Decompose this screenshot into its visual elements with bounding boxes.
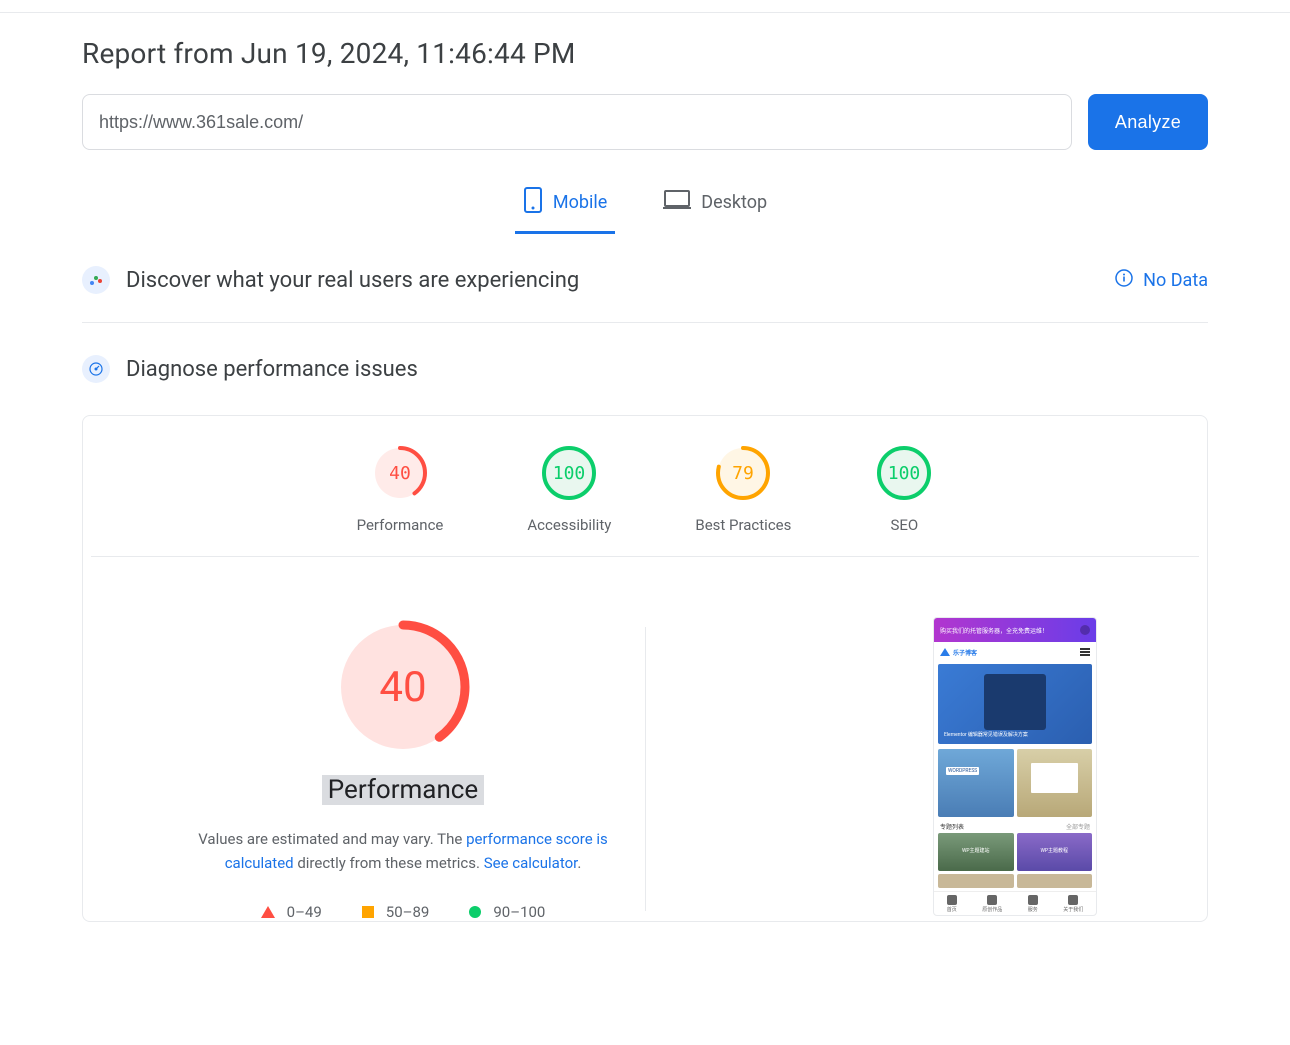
- diagnose-icon: [82, 355, 110, 383]
- gauge-best-practices[interactable]: 79 Best Practices: [695, 444, 791, 534]
- performance-big-label: Performance: [322, 775, 484, 805]
- thumb-banner-text: 购买我们的托管服务器，全充免费运维！: [940, 626, 1048, 635]
- thumb-hero-image: Elementor 编辑器常见错误及解决方案: [938, 664, 1092, 744]
- gauge-accessibility[interactable]: 100 Accessibility: [527, 444, 611, 534]
- info-icon[interactable]: [1115, 269, 1133, 292]
- screenshot-thumbnail[interactable]: 购买我们的托管服务器，全充免费运维！ 乐子博客 Elementor 编辑器常见错…: [933, 617, 1097, 916]
- crux-section: Discover what your real users are experi…: [82, 234, 1208, 323]
- legend-good: 90–100: [469, 903, 545, 921]
- vertical-separator: [645, 627, 646, 911]
- thumb-bottom-nav: 首页 原创作品 服务 关于我们: [934, 891, 1096, 915]
- performance-left: 40 Performance Values are estimated and …: [123, 617, 683, 921]
- gauge-accessibility-score: 100: [553, 463, 586, 484]
- diagnose-title: Diagnose performance issues: [126, 357, 1208, 382]
- gauge-performance-label: Performance: [357, 516, 444, 534]
- gauge-seo[interactable]: 100 SEO: [875, 444, 933, 534]
- thumb-topics-label: 专题列表: [940, 822, 964, 831]
- url-row: Analyze: [82, 94, 1208, 150]
- thumb-topic-b: WP主题教程: [1017, 833, 1093, 871]
- gauge-best-practices-label: Best Practices: [695, 516, 791, 534]
- tab-mobile[interactable]: Mobile: [515, 186, 615, 234]
- performance-detail: 40 Performance Values are estimated and …: [83, 557, 1207, 921]
- circle-icon: [469, 906, 481, 918]
- thumb-all-topics-label: 全部专题: [1066, 822, 1090, 831]
- thumb-logo: 乐子博客: [940, 648, 977, 657]
- performance-big-gauge: 40: [333, 617, 473, 757]
- device-tabs: Mobile Desktop: [82, 186, 1208, 234]
- report-title: Report from Jun 19, 2024, 11:46:44 PM: [82, 13, 1208, 94]
- see-calculator-link[interactable]: See calculator: [484, 854, 578, 872]
- thumb-card-wordpress: [938, 749, 1014, 817]
- tab-mobile-label: Mobile: [553, 192, 607, 213]
- analyze-button[interactable]: Analyze: [1088, 94, 1208, 150]
- gauge-seo-score: 100: [888, 463, 921, 484]
- triangle-icon: [261, 906, 275, 918]
- tab-desktop-label: Desktop: [701, 192, 767, 213]
- no-data-block: No Data: [1115, 269, 1208, 292]
- performance-big-score: 40: [379, 663, 426, 712]
- gauge-performance[interactable]: 40 Performance: [357, 444, 444, 534]
- gauge-seo-label: SEO: [891, 516, 919, 534]
- crux-icon: [82, 266, 110, 294]
- tab-desktop[interactable]: Desktop: [655, 186, 775, 234]
- desktop-icon: [663, 189, 691, 216]
- thumb-banner-close-icon: [1080, 625, 1090, 635]
- legend-mid: 50–89: [362, 903, 430, 921]
- crux-title: Discover what your real users are experi…: [126, 268, 1099, 293]
- score-legend: 0–49 50–89 90–100: [261, 903, 546, 921]
- performance-note: Values are estimated and may vary. The p…: [173, 827, 633, 875]
- gauge-accessibility-label: Accessibility: [527, 516, 611, 534]
- no-data-link[interactable]: No Data: [1143, 270, 1208, 291]
- mobile-icon: [523, 186, 543, 219]
- diagnose-section: Diagnose performance issues: [82, 323, 1208, 399]
- thumb-topic-a: WP主题建站: [938, 833, 1014, 871]
- thumb-hamburger-icon: [1080, 648, 1090, 656]
- diagnose-panel: 40 Performance 100 Accessibility 79 Bes: [82, 415, 1208, 922]
- gauge-best-practices-score: 79: [733, 463, 755, 484]
- legend-bad: 0–49: [261, 903, 322, 921]
- gauge-performance-score: 40: [389, 463, 411, 484]
- gauges-row: 40 Performance 100 Accessibility 79 Bes: [83, 444, 1207, 556]
- thumb-card-laptop: [1017, 749, 1093, 817]
- square-icon: [362, 906, 374, 918]
- url-input[interactable]: [82, 94, 1072, 150]
